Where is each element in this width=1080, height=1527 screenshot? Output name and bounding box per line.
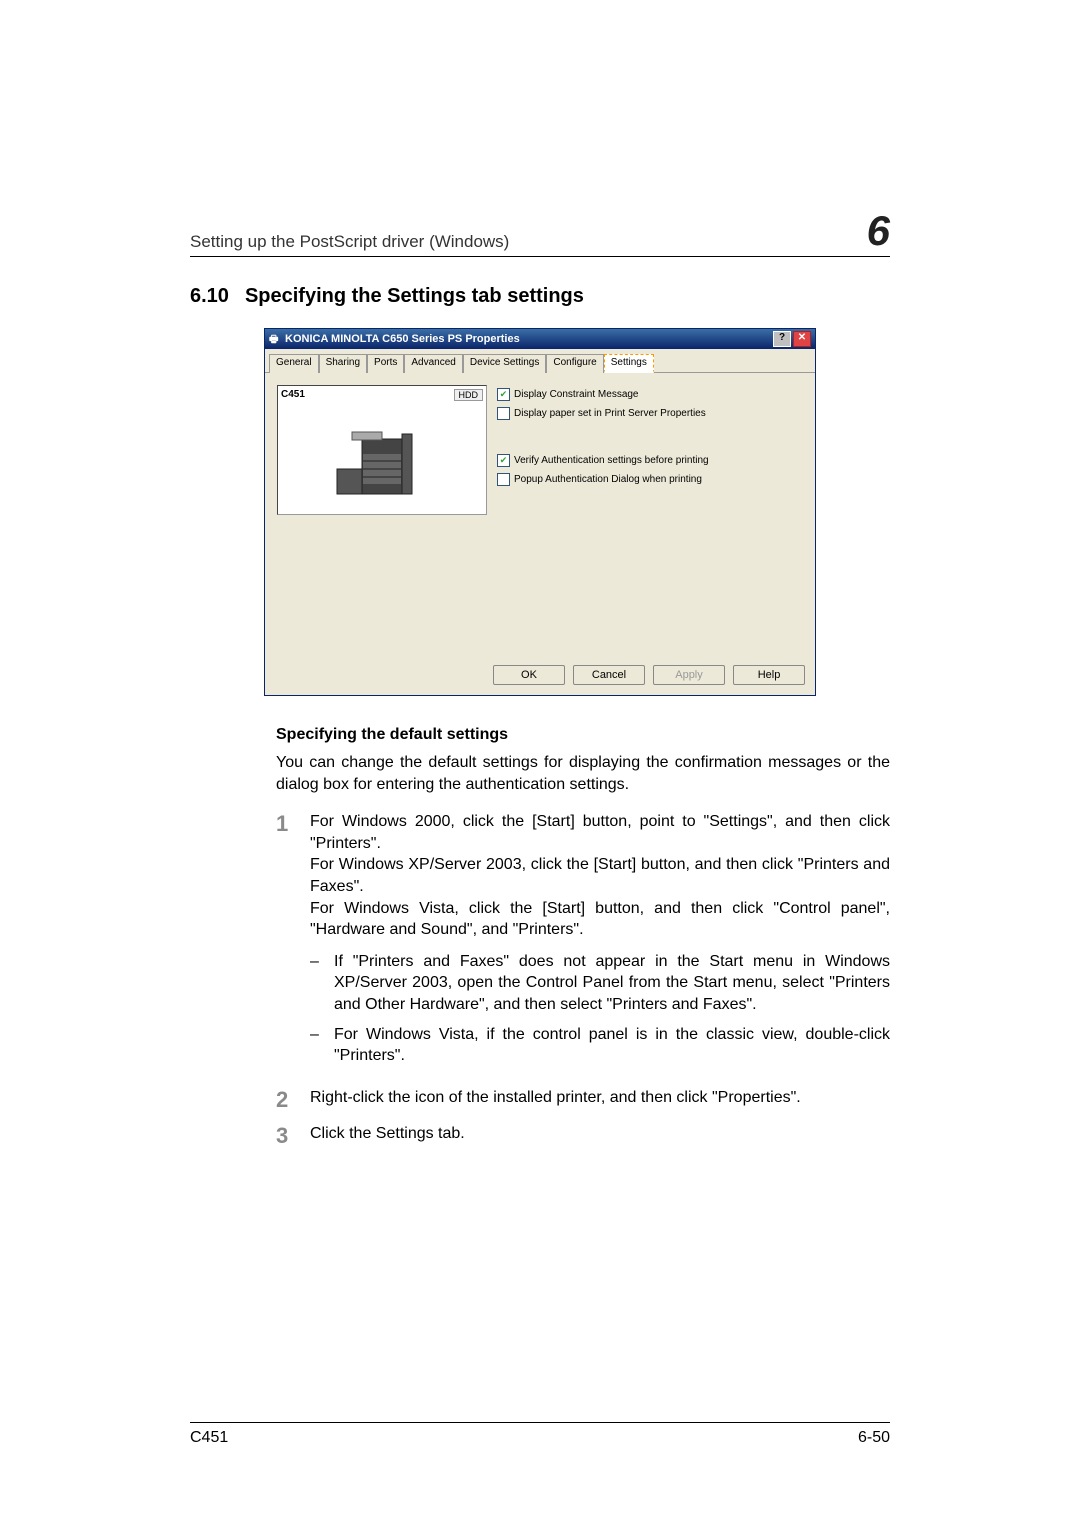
dialog-tabstrip: General Sharing Ports Advanced Device Se…	[265, 349, 815, 372]
subheading: Specifying the default settings	[276, 726, 890, 744]
intro-paragraph: You can change the default settings for …	[276, 752, 890, 795]
checkbox-popup-auth[interactable]	[497, 473, 510, 486]
step-3: 3 Click the Settings tab.	[276, 1123, 890, 1147]
tab-device-settings[interactable]: Device Settings	[463, 354, 546, 373]
cancel-button[interactable]: Cancel	[573, 665, 645, 685]
properties-dialog: KONICA MINOLTA C650 Series PS Properties…	[264, 328, 816, 696]
step-2: 2 Right-click the icon of the installed …	[276, 1087, 890, 1111]
checkbox-label: Display Constraint Message	[514, 389, 639, 400]
help-button[interactable]: Help	[733, 665, 805, 685]
running-title: Setting up the PostScript driver (Window…	[190, 232, 509, 252]
settings-options: Display Constraint Message Display paper…	[497, 385, 803, 645]
hdd-badge: HDD	[454, 389, 484, 401]
step-line: For Windows Vista, click the [Start] but…	[310, 898, 890, 941]
checkbox-label: Display paper set in Print Server Proper…	[514, 408, 706, 419]
sub-item-text: For Windows Vista, if the control panel …	[334, 1024, 890, 1067]
device-illustration	[327, 424, 437, 512]
step-line: For Windows 2000, click the [Start] butt…	[310, 811, 890, 854]
device-preview: C451 HDD	[277, 385, 487, 515]
dialog-button-row: OK Cancel Apply Help	[265, 657, 815, 695]
sub-item-text: If "Printers and Faxes" does not appear …	[334, 951, 890, 1016]
running-header: Setting up the PostScript driver (Window…	[190, 210, 890, 257]
section-number: 6.10	[190, 285, 229, 307]
section-heading: 6.10 Specifying the Settings tab settings	[190, 285, 890, 308]
page-footer: C451 6-50	[190, 1422, 890, 1447]
ok-button[interactable]: OK	[493, 665, 565, 685]
tab-sharing[interactable]: Sharing	[319, 354, 367, 373]
help-button[interactable]: ?	[773, 331, 791, 347]
sub-item: – For Windows Vista, if the control pane…	[310, 1024, 890, 1067]
dash-bullet: –	[310, 1024, 334, 1067]
checkbox-row-popup-auth: Popup Authentication Dialog when printin…	[497, 473, 803, 486]
step-line: Right-click the icon of the installed pr…	[310, 1087, 890, 1109]
footer-right: 6-50	[858, 1429, 890, 1447]
section-title: Specifying the Settings tab settings	[245, 285, 584, 307]
step-line: Click the Settings tab.	[310, 1123, 890, 1145]
tab-advanced[interactable]: Advanced	[404, 354, 462, 373]
checkbox-display-paper[interactable]	[497, 407, 510, 420]
tab-ports[interactable]: Ports	[367, 354, 404, 373]
dialog-title: KONICA MINOLTA C650 Series PS Properties	[285, 333, 520, 345]
step-number: 3	[276, 1123, 310, 1147]
step-line: For Windows XP/Server 2003, click the [S…	[310, 854, 890, 897]
apply-button[interactable]: Apply	[653, 665, 725, 685]
dialog-tab-body: C451 HDD	[265, 372, 815, 657]
checkbox-row-verify-auth: Verify Authentication settings before pr…	[497, 454, 803, 467]
tab-general[interactable]: General	[269, 354, 319, 373]
printer-icon	[269, 333, 281, 345]
close-button[interactable]: ✕	[793, 331, 811, 347]
checkbox-label: Popup Authentication Dialog when printin…	[514, 474, 702, 485]
step-number: 1	[276, 811, 310, 1075]
sub-item: – If "Printers and Faxes" does not appea…	[310, 951, 890, 1016]
dialog-titlebar: KONICA MINOLTA C650 Series PS Properties…	[265, 329, 815, 349]
tab-configure[interactable]: Configure	[546, 354, 603, 373]
checkbox-verify-auth[interactable]	[497, 454, 510, 467]
tab-settings[interactable]: Settings	[604, 354, 654, 373]
checkbox-label: Verify Authentication settings before pr…	[514, 455, 709, 466]
device-name: C451	[281, 389, 305, 400]
chapter-number: 6	[867, 210, 890, 252]
dash-bullet: –	[310, 951, 334, 1016]
checkbox-display-constraint[interactable]	[497, 388, 510, 401]
footer-left: C451	[190, 1429, 228, 1447]
step-sublist: – If "Printers and Faxes" does not appea…	[310, 951, 890, 1067]
checkbox-row-display-paper: Display paper set in Print Server Proper…	[497, 407, 803, 420]
checkbox-row-display-constraint: Display Constraint Message	[497, 388, 803, 401]
step-number: 2	[276, 1087, 310, 1111]
step-1: 1 For Windows 2000, click the [Start] bu…	[276, 811, 890, 1075]
